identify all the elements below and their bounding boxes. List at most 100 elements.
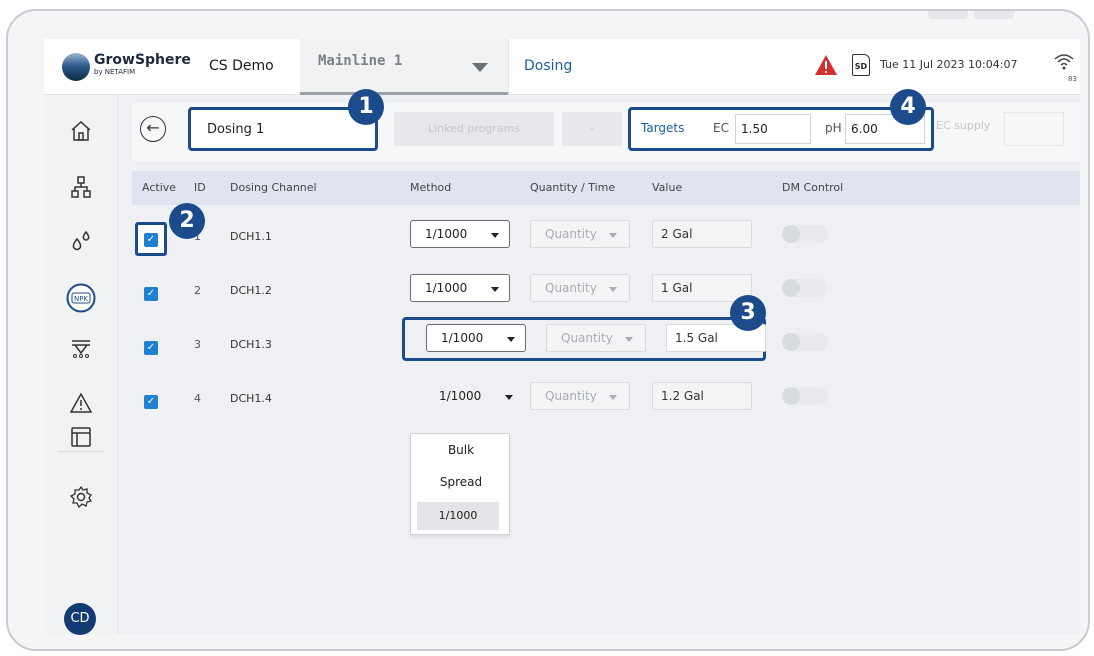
col-channel: Dosing Channel — [230, 181, 317, 194]
irrigation-icon[interactable] — [69, 337, 93, 361]
settings-icon[interactable] — [69, 485, 93, 509]
back-arrow-icon[interactable]: ← — [140, 116, 166, 142]
table-icon[interactable] — [69, 425, 93, 449]
hardware-button — [974, 11, 1014, 19]
sidebar: NPK CD — [44, 95, 118, 635]
site-name[interactable]: CS Demo — [209, 58, 274, 74]
page-title: Dosing — [524, 58, 573, 74]
tablet-frame: GrowSphere by NETAFIM CS Demo Mainline 1… — [6, 9, 1090, 651]
network-icon[interactable] — [69, 175, 93, 199]
globe-icon — [62, 53, 90, 81]
mainline-label: Mainline 1 — [318, 53, 403, 69]
ec-supply-label: EC supply — [936, 119, 991, 132]
method-value: 1/1000 — [425, 227, 468, 241]
logo-subtitle: by NETAFIM — [94, 68, 136, 76]
top-bar: GrowSphere by NETAFIM CS Demo Mainline 1… — [44, 39, 1080, 95]
active-checkbox[interactable]: ✓ — [144, 287, 158, 301]
method-value: 1/1000 — [441, 331, 484, 345]
method-select[interactable]: 1/1000 — [410, 220, 510, 248]
quantity-select[interactable]: Quantity — [530, 274, 630, 302]
quantity-value: Quantity — [545, 389, 597, 403]
caret-down-icon — [505, 395, 513, 400]
quantity-value: Quantity — [545, 227, 597, 241]
row-channel: DCH1.3 — [230, 338, 272, 351]
row-channel: DCH1.1 — [230, 230, 272, 243]
ph-label: pH — [825, 121, 842, 135]
linked-programs-button[interactable]: Linked programs — [394, 112, 554, 146]
method-select[interactable]: 1/1000 — [424, 382, 524, 410]
callout-badge-2: 2 — [169, 203, 205, 239]
home-icon[interactable] — [69, 119, 93, 143]
menu-item-bulk[interactable]: Bulk — [411, 436, 511, 464]
targets-label: Targets — [641, 121, 685, 135]
table-row: ✓ 4 DCH1.4 1/1000 Quantity 1.2 Gal — [132, 377, 1080, 431]
dm-control-toggle[interactable] — [782, 279, 828, 297]
toggle-knob — [782, 225, 800, 243]
method-select[interactable]: 1/1000 — [410, 274, 510, 302]
col-dm-control: DM Control — [782, 181, 844, 194]
sd-card-icon: SD — [852, 54, 870, 76]
dm-control-toggle[interactable] — [782, 387, 828, 405]
method-select[interactable]: 1/1000 — [426, 324, 526, 352]
quantity-select[interactable]: Quantity — [546, 324, 646, 352]
wifi-strength: 83 — [1068, 75, 1077, 83]
dm-control-toggle[interactable] — [782, 225, 828, 243]
alert-icon[interactable] — [69, 391, 93, 415]
water-drops-icon[interactable] — [69, 229, 93, 253]
logo-name: GrowSphere — [94, 52, 191, 68]
active-checkbox[interactable]: ✓ — [144, 341, 158, 355]
col-quantity-time: Quantity / Time — [530, 181, 616, 194]
date-time: Tue 11 Jul 2023 10:04:07 — [880, 58, 1018, 71]
quantity-value: Quantity — [561, 331, 613, 345]
program-header: ← Dosing 1 Linked programs - Targets EC … — [132, 103, 1080, 161]
table-row: ✓ 2 DCH1.2 1/1000 Quantity 1 Gal — [132, 269, 1080, 323]
growsphere-logo[interactable]: GrowSphere by NETAFIM — [62, 51, 192, 83]
active-checkbox[interactable]: ✓ — [144, 395, 158, 409]
warning-icon[interactable] — [814, 54, 838, 76]
row-id: 2 — [194, 284, 201, 297]
caret-down-icon — [625, 337, 633, 342]
caret-down-icon — [609, 233, 617, 238]
method-value: 1/1000 — [425, 281, 468, 295]
divider — [508, 39, 509, 95]
col-id: ID — [194, 181, 206, 194]
value-field[interactable]: 2 Gal — [652, 220, 752, 248]
toggle-knob — [782, 333, 800, 351]
dm-control-toggle[interactable] — [782, 333, 828, 351]
linked-programs-value: - — [562, 112, 622, 146]
table-header: Active ID Dosing Channel Method Quantity… — [132, 171, 1080, 205]
quantity-select[interactable]: Quantity — [530, 382, 630, 410]
caret-down-icon — [609, 287, 617, 292]
value-field[interactable]: 1.2 Gal — [652, 382, 752, 410]
app-screen: GrowSphere by NETAFIM CS Demo Mainline 1… — [44, 39, 1080, 635]
col-active: Active — [142, 181, 177, 194]
row-id: 3 — [194, 338, 201, 351]
toggle-knob — [782, 279, 800, 297]
avatar[interactable]: CD — [64, 603, 96, 635]
method-dropdown-menu: Bulk Spread 1/1000 — [410, 433, 510, 535]
divider — [58, 451, 104, 452]
active-checkbox[interactable]: ✓ — [144, 233, 158, 247]
menu-item-spread[interactable]: Spread — [411, 468, 511, 496]
caret-down-icon — [609, 395, 617, 400]
ec-supply-input[interactable] — [1004, 112, 1064, 146]
table-row: ✓ 3 DCH1.3 1/1000 Quantity 1.5 Gal — [132, 317, 1080, 377]
table-row: ✓ 1 DCH1.1 1/1000 Quantity 2 Gal — [132, 215, 1080, 269]
caret-down-icon — [491, 287, 499, 292]
npk-label: NPK — [74, 295, 88, 303]
ec-label: EC — [713, 121, 729, 135]
method-value: 1/1000 — [439, 389, 482, 403]
row-id: 4 — [194, 392, 201, 405]
targets-panel: Targets EC 1.50 pH 6.00 — [628, 107, 934, 151]
quantity-select[interactable]: Quantity — [530, 220, 630, 248]
wifi-icon — [1054, 54, 1074, 70]
npk-icon[interactable]: NPK — [66, 283, 96, 313]
chevron-down-icon — [472, 63, 488, 72]
menu-item-1-1000[interactable]: 1/1000 — [417, 502, 499, 530]
callout-badge-1: 1 — [348, 89, 384, 125]
caret-down-icon — [507, 337, 515, 342]
main-content: ← Dosing 1 Linked programs - Targets EC … — [118, 95, 1080, 635]
mainline-selector[interactable]: Mainline 1 — [300, 39, 508, 95]
ec-target-input[interactable]: 1.50 — [735, 114, 811, 144]
quantity-value: Quantity — [545, 281, 597, 295]
